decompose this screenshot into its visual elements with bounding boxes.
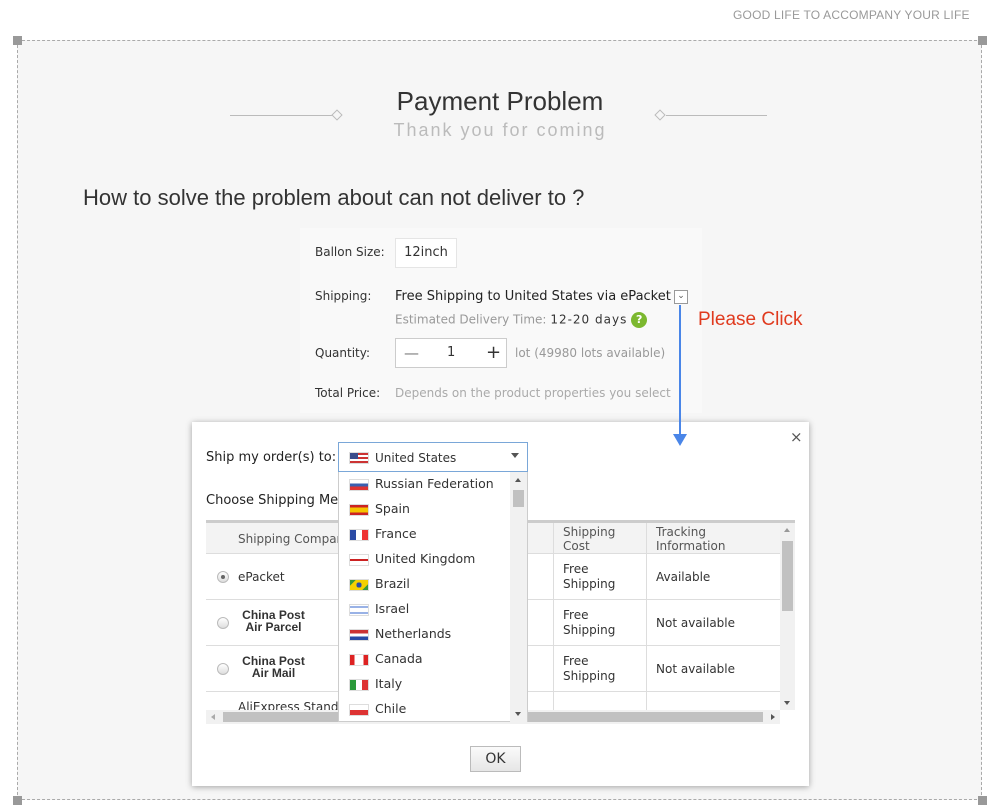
est-label: Estimated Delivery Time:	[395, 312, 547, 327]
selected-country: United States	[375, 451, 457, 465]
frame-corner	[978, 796, 987, 805]
frame-corner	[13, 36, 22, 45]
radio-button[interactable]	[217, 617, 229, 629]
flag-icon	[349, 529, 369, 541]
ship-to-label: Ship my order(s) to:	[206, 450, 337, 465]
radio-button[interactable]	[217, 571, 229, 583]
col-cost: Shipping Cost	[563, 525, 616, 553]
company-name: China Post Air Parcel	[242, 608, 305, 634]
country-name: Canada	[375, 651, 423, 666]
company-name: ePacket	[238, 570, 285, 584]
country-name: Italy	[375, 676, 403, 691]
frame-corner	[978, 36, 987, 45]
country-option[interactable]: United Kingdom	[339, 547, 511, 572]
quantity-stepper[interactable]: — 1 +	[395, 338, 507, 368]
total-value: Depends on the product properties you se…	[395, 386, 671, 400]
country-option[interactable]: Russian Federation	[339, 472, 511, 497]
shipping-value[interactable]: Free Shipping to United States via ePack…	[395, 289, 671, 304]
frame-corner	[13, 796, 22, 805]
country-dropdown-list: Russian Federation Spain France United King…	[338, 472, 528, 722]
country-option[interactable]: Israel	[339, 597, 511, 622]
flag-icon	[349, 629, 369, 641]
page-title: Payment Problem	[396, 86, 604, 116]
flag-icon	[349, 604, 369, 616]
ok-button[interactable]: OK	[470, 746, 521, 772]
country-option[interactable]: Chile	[339, 697, 511, 722]
flag-icon	[349, 504, 369, 516]
us-flag-icon	[349, 452, 369, 464]
size-label: Ballon Size:	[315, 245, 385, 259]
shipping-cost: Free Shipping	[563, 608, 616, 637]
tagline: GOOD LIFE TO ACCOMPANY YOUR LIFE	[733, 8, 970, 22]
shipping-label: Shipping:	[315, 289, 372, 303]
company-name: China Post Air Mail	[242, 654, 305, 680]
shipping-cost: Free Shipping	[563, 562, 616, 591]
dropdown-scrollbar[interactable]	[510, 472, 527, 722]
est-value: 12-20 days	[550, 312, 628, 327]
country-name: Spain	[375, 501, 410, 516]
flag-icon	[349, 579, 369, 591]
country-name: United Kingdom	[375, 551, 476, 566]
chevron-down-icon[interactable]: ⌄	[674, 290, 688, 304]
lot-availability: lot (49980 lots available)	[515, 346, 666, 360]
flag-icon	[349, 679, 369, 691]
country-option[interactable]: Spain	[339, 497, 511, 522]
country-name: Chile	[375, 701, 407, 716]
arrow-head	[673, 434, 687, 446]
total-label: Total Price:	[315, 386, 381, 400]
please-click-annotation: Please Click	[698, 309, 803, 330]
radio-button[interactable]	[217, 663, 229, 675]
shipping-cost: Free Shipping	[563, 654, 616, 683]
question-heading: How to solve the problem about can not d…	[83, 185, 585, 210]
country-select[interactable]: United States	[338, 442, 528, 472]
caret-down-icon	[511, 453, 519, 458]
annotation-arrow	[679, 305, 681, 440]
col-tracking: Tracking Information	[656, 525, 726, 553]
size-option[interactable]: 12inch	[395, 238, 457, 268]
plus-button[interactable]: +	[486, 342, 501, 363]
country-name: France	[375, 526, 417, 541]
minus-button[interactable]: —	[404, 344, 419, 362]
country-option[interactable]: Italy	[339, 672, 511, 697]
col-company: Shipping Compan	[238, 532, 345, 546]
delivery-estimate: Estimated Delivery Time: 12-20 days ?	[395, 312, 648, 328]
tracking-info: Not available	[656, 662, 736, 676]
country-option[interactable]: Brazil	[339, 572, 511, 597]
country-name: Israel	[375, 601, 410, 616]
country-name: Russian Federation	[375, 476, 494, 491]
quantity-value[interactable]: 1	[447, 345, 455, 360]
quantity-label: Quantity:	[315, 346, 371, 360]
table-vertical-scrollbar[interactable]	[780, 523, 795, 710]
flag-icon	[349, 654, 369, 666]
close-icon[interactable]: ×	[790, 428, 803, 446]
country-option[interactable]: Netherlands	[339, 622, 511, 647]
country-option[interactable]: Canada	[339, 647, 511, 672]
flag-icon	[349, 554, 369, 566]
tracking-info: Available	[656, 570, 711, 584]
page-subtitle: Thank you for coming	[393, 120, 607, 140]
choose-shipping-label: Choose Shipping Me	[206, 493, 339, 508]
country-name: Netherlands	[375, 626, 452, 641]
country-option[interactable]: France	[339, 522, 511, 547]
help-icon[interactable]: ?	[631, 312, 648, 328]
flag-icon	[349, 704, 369, 716]
tracking-info: Not available	[656, 616, 736, 630]
flag-icon	[349, 479, 369, 491]
country-name: Brazil	[375, 576, 410, 591]
